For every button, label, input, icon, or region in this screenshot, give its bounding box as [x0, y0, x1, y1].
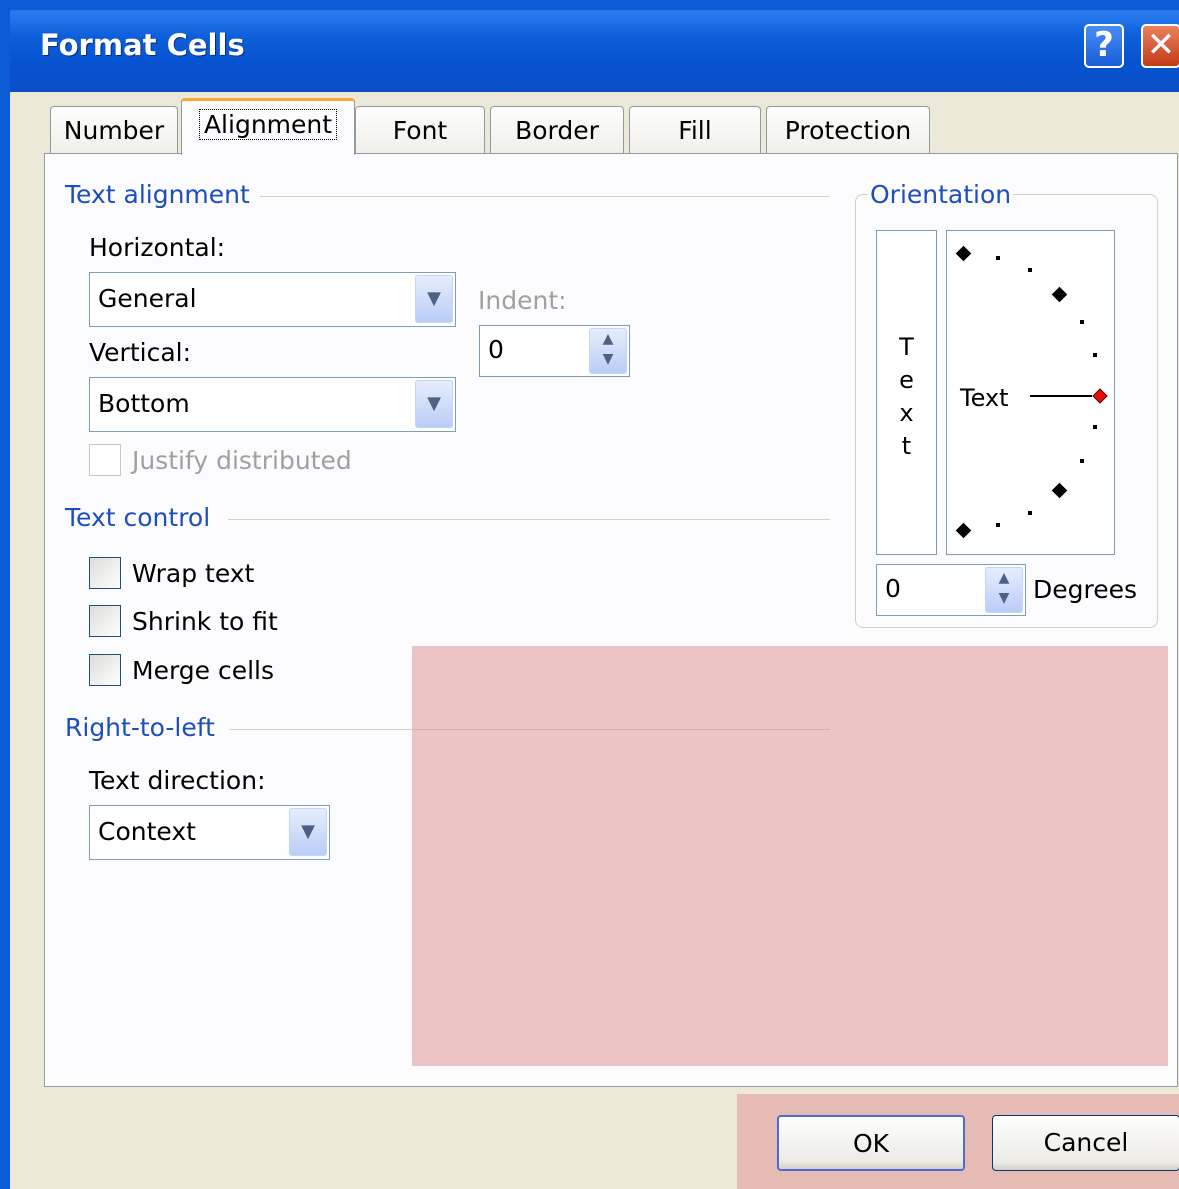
spin-arrows-icon[interactable]: ▲ ▼: [589, 328, 627, 374]
horizontal-label: Horizontal:: [89, 233, 226, 262]
help-button[interactable]: ?: [1084, 24, 1124, 68]
close-button[interactable]: ✕: [1141, 24, 1179, 68]
text-alignment-group-label: Text alignment: [65, 180, 258, 209]
tab-protection[interactable]: Protection: [766, 106, 930, 154]
justify-distributed-label: Justify distributed: [132, 446, 352, 475]
degrees-stepper[interactable]: 0 ▲ ▼: [876, 564, 1026, 616]
redacted-area: [412, 646, 1168, 1066]
tab-number[interactable]: Number: [50, 106, 178, 154]
dial-minor-tick: [1028, 511, 1032, 515]
merge-cells-checkbox[interactable]: [89, 654, 121, 686]
tab-alignment-label: Alignment: [198, 109, 338, 140]
text-control-divider: [228, 519, 830, 520]
wrap-text-label[interactable]: Wrap text: [132, 559, 254, 588]
tab-border[interactable]: Border: [490, 106, 624, 154]
justify-distributed-checkbox[interactable]: [89, 444, 121, 476]
ok-button[interactable]: OK: [777, 1115, 965, 1171]
vertical-text-letter: t: [901, 432, 912, 460]
wrap-text-checkbox[interactable]: [89, 557, 121, 589]
tab-font[interactable]: Font: [355, 106, 485, 154]
dial-minor-tick: [996, 523, 1000, 527]
orientation-dial-graphic: Text: [955, 245, 1108, 539]
spin-arrows-icon[interactable]: ▲ ▼: [985, 567, 1023, 613]
text-direction-select[interactable]: Context ▼: [89, 805, 330, 860]
dial-minor-tick: [1093, 353, 1097, 357]
dial-major-tick: [1051, 482, 1068, 499]
orientation-dial[interactable]: Text: [946, 230, 1115, 555]
vertical-select[interactable]: Bottom ▼: [89, 377, 456, 432]
vertical-text-letter: T: [899, 333, 914, 361]
window-title: Format Cells: [40, 28, 245, 62]
shrink-to-fit-label[interactable]: Shrink to fit: [132, 607, 278, 636]
vertical-label: Vertical:: [89, 338, 192, 367]
vertical-text-letter: x: [899, 399, 914, 427]
dial-minor-tick: [1093, 425, 1097, 429]
dial-minor-tick: [1080, 320, 1084, 324]
dial-minor-tick: [996, 256, 1000, 260]
chevron-down-icon[interactable]: ▼: [415, 275, 453, 323]
dial-major-tick: [1051, 286, 1068, 303]
dial-minor-tick: [1080, 459, 1084, 463]
right-to-left-group-label: Right-to-left: [65, 713, 223, 742]
horizontal-select[interactable]: General ▼: [89, 272, 456, 327]
merge-cells-label[interactable]: Merge cells: [132, 656, 274, 685]
vertical-text-toggle[interactable]: T e x t: [876, 230, 937, 555]
orientation-group-label: Orientation: [868, 180, 1014, 209]
tab-fill[interactable]: Fill: [629, 106, 761, 154]
vertical-select-value: Bottom: [98, 389, 190, 418]
shrink-to-fit-checkbox[interactable]: [89, 605, 121, 637]
dial-major-tick: [955, 245, 972, 262]
indent-stepper[interactable]: 0 ▲ ▼: [479, 325, 630, 377]
text-alignment-divider: [260, 196, 830, 197]
chevron-down-icon[interactable]: ▼: [289, 808, 327, 856]
text-direction-value: Context: [98, 817, 196, 846]
text-control-group-label: Text control: [65, 503, 219, 532]
chevron-down-icon[interactable]: ▼: [415, 380, 453, 428]
dial-major-tick: [955, 522, 972, 539]
dial-pointer-marker[interactable]: [1092, 388, 1108, 404]
indent-value: 0: [488, 335, 504, 364]
dial-text: Text: [959, 384, 1009, 412]
indent-label: Indent:: [478, 286, 567, 315]
dial-minor-tick: [1028, 268, 1032, 272]
cancel-button[interactable]: Cancel: [992, 1115, 1179, 1171]
text-direction-label: Text direction:: [89, 766, 266, 795]
degrees-label: Degrees: [1033, 575, 1138, 604]
title-bar[interactable]: Format Cells ? ✕: [10, 0, 1179, 92]
vertical-text-letter: e: [899, 366, 914, 394]
tab-alignment[interactable]: Alignment: [181, 98, 355, 155]
degrees-value: 0: [885, 574, 901, 603]
horizontal-select-value: General: [98, 284, 197, 313]
format-cells-dialog: Format Cells ? ✕ Number Alignment Font B…: [0, 0, 1179, 1189]
